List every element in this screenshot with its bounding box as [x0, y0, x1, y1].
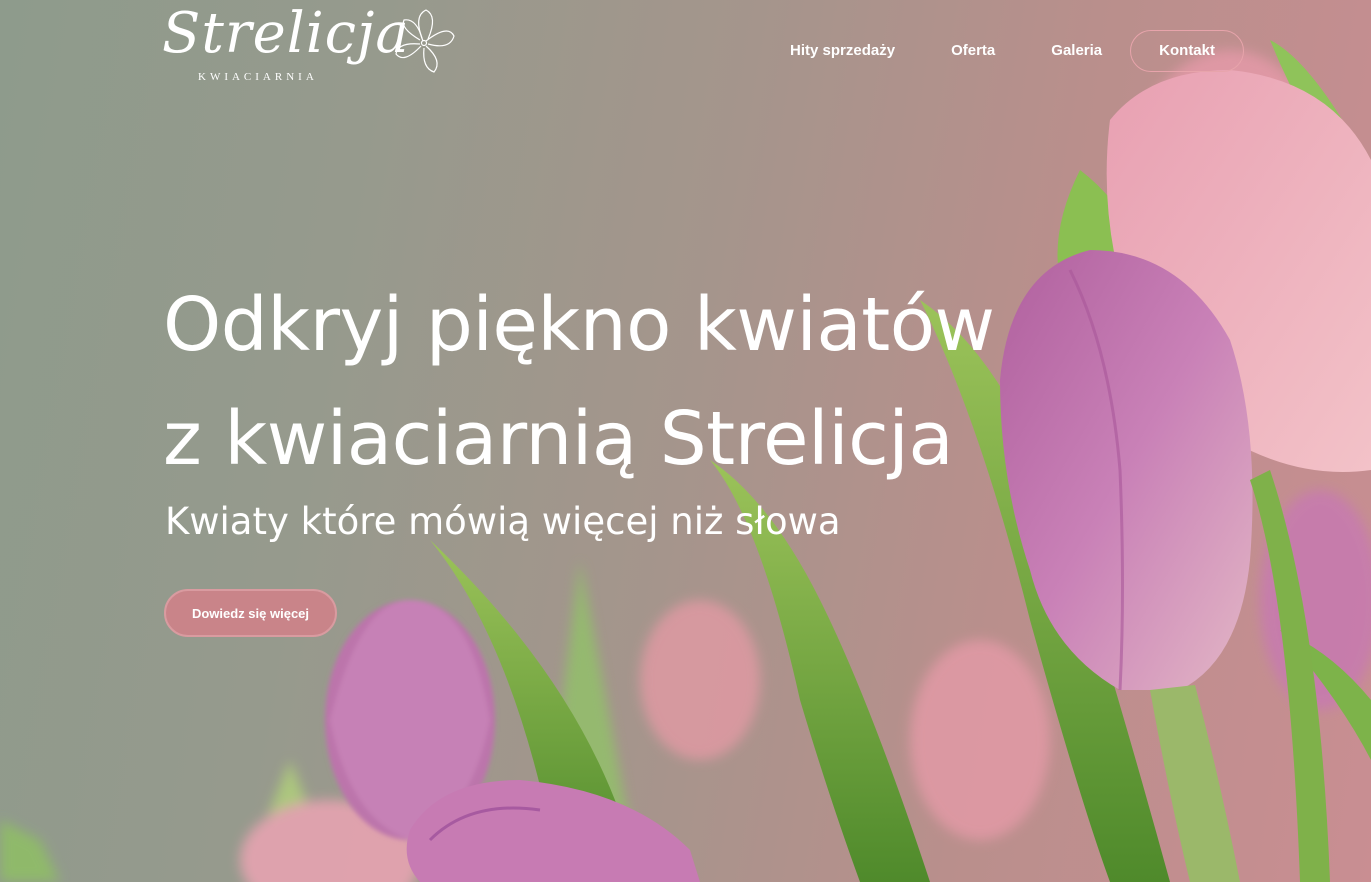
contact-button[interactable]: Kontakt — [1130, 30, 1244, 72]
flower-icon — [395, 9, 455, 73]
hero-headline-line-2: z kwiaciarnią Strelicja — [163, 396, 954, 482]
hero-section: Strelicja KWIACIARNIA Hity sprzedaży Ofe… — [0, 0, 1371, 882]
logo-subtitle: KWIACIARNIA — [198, 71, 318, 83]
nav-item-gallery[interactable]: Galeria — [1023, 30, 1130, 72]
nav-item-offer[interactable]: Oferta — [923, 30, 1023, 72]
hero-headline-line-1: Odkryj piękno kwiatów — [163, 282, 995, 368]
hero-headline: Odkryj piękno kwiatów z kwiaciarnią Stre… — [163, 268, 995, 496]
logo-wordmark: Strelicja — [162, 1, 410, 66]
hero-subheadline: Kwiaty które mówią więcej niż słowa — [165, 500, 841, 543]
nav-item-best-sellers[interactable]: Hity sprzedaży — [762, 30, 923, 72]
logo[interactable]: Strelicja KWIACIARNIA — [160, 6, 460, 106]
learn-more-button[interactable]: Dowiedz się więcej — [164, 589, 337, 637]
main-nav: Hity sprzedaży Oferta Galeria Kontakt — [762, 30, 1244, 72]
